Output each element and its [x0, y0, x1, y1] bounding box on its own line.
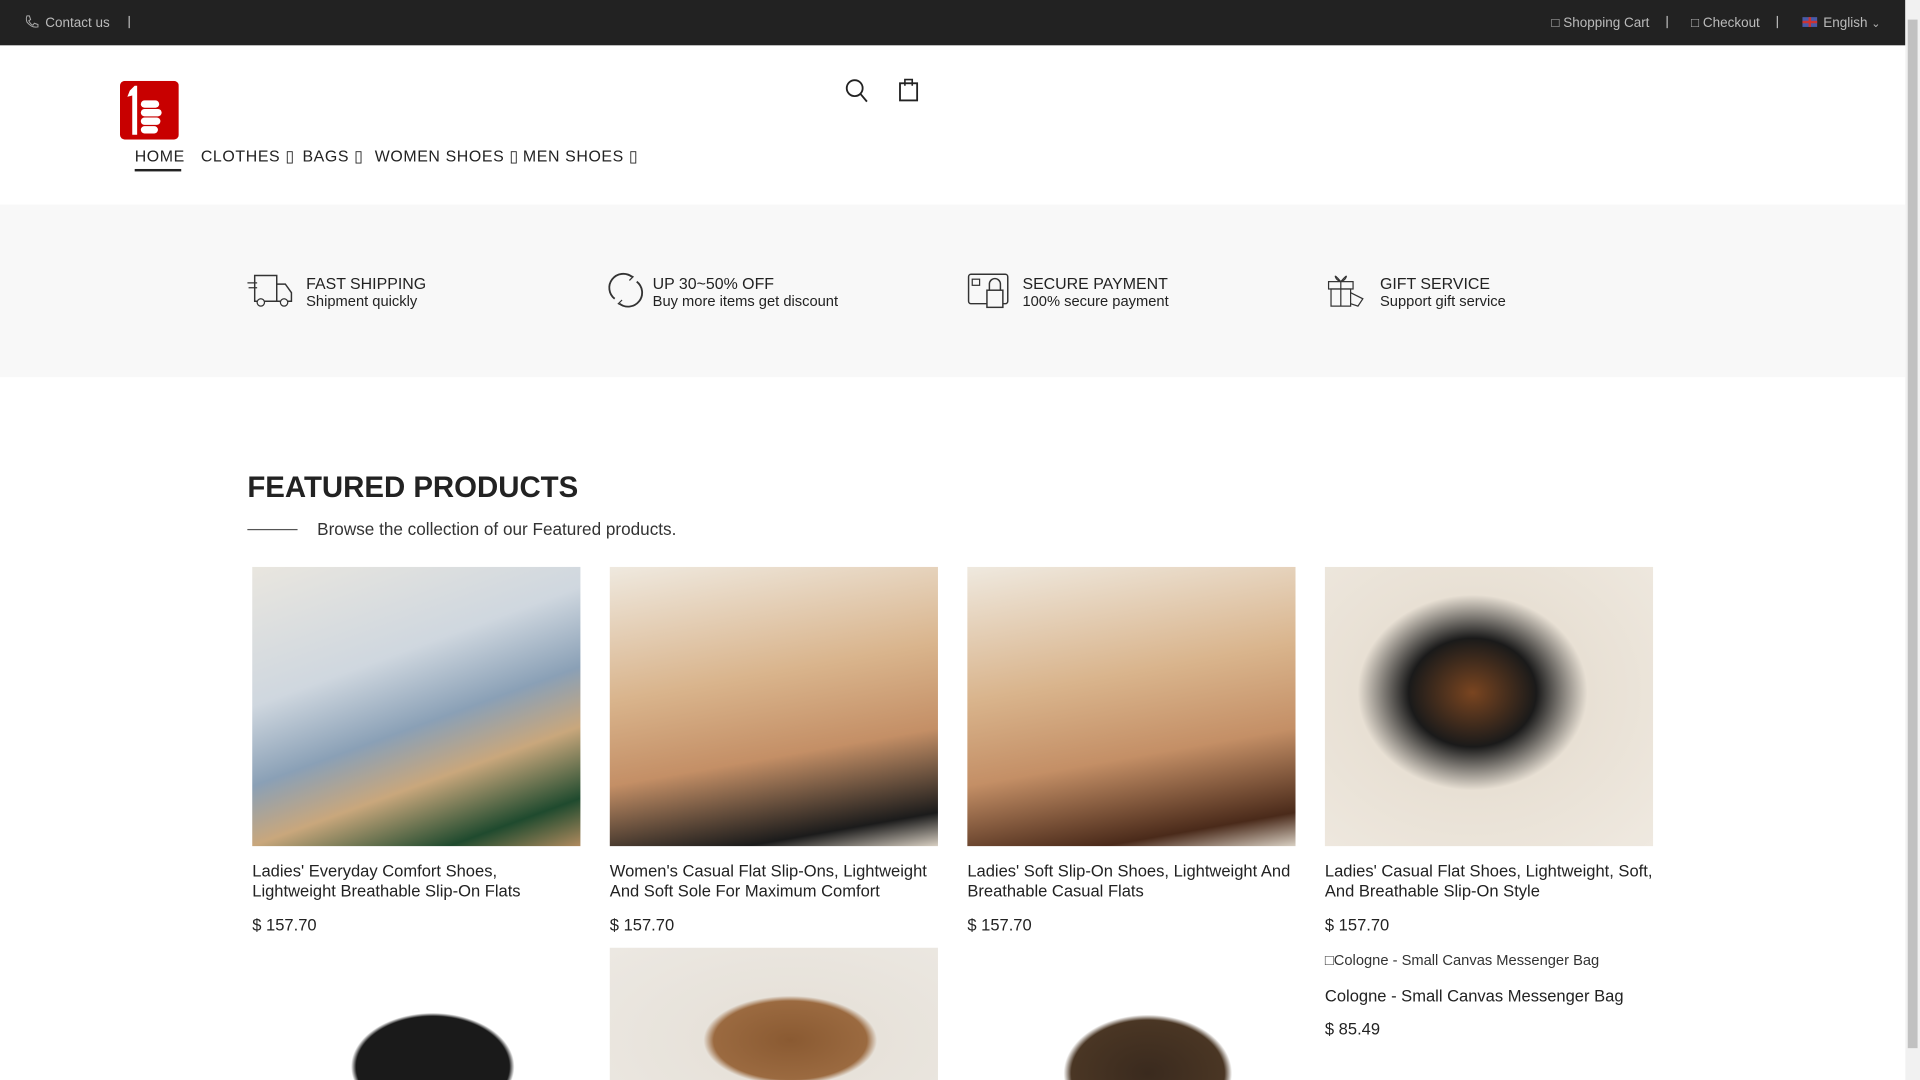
truck-icon — [247, 274, 293, 307]
product-title[interactable]: Ladies' Everyday Comfort Shoes, Lightwei… — [252, 862, 580, 901]
contact-us-link[interactable]: Contact us — [45, 16, 109, 31]
section-title: FEATURED PRODUCTS — [247, 471, 579, 505]
product-image[interactable] — [609, 566, 938, 847]
section-subtitle: Browse the collection of our Featured pr… — [317, 519, 677, 539]
refresh-icon — [608, 272, 644, 308]
lock-card-icon — [967, 273, 1009, 309]
broken-image-alt[interactable]: □Cologne - Small Canvas Messenger Bag — [1325, 951, 1599, 968]
product-title[interactable]: Women's Casual Flat Slip-Ons, Lightweigh… — [610, 862, 938, 901]
divider — [128, 15, 130, 29]
uk-flag-icon — [1802, 17, 1818, 27]
feature-subtitle: Shipment quickly — [306, 292, 418, 310]
product-image[interactable] — [609, 947, 938, 1080]
gift-icon — [1327, 275, 1364, 307]
nav-clothes[interactable]: CLOTHES ▯ — [201, 147, 295, 167]
product-price: $ 157.70 — [967, 915, 1032, 935]
product-title[interactable]: Cologne - Small Canvas Messenger Bag — [1325, 987, 1653, 1007]
product-image[interactable] — [967, 566, 1296, 847]
shopping-cart-link[interactable]: □ Shopping Cart — [1551, 16, 1649, 31]
top-bar: Contact us □ Shopping Cart □ Checkout En… — [0, 0, 1906, 46]
scrollbar-thumb[interactable] — [1907, 19, 1918, 1049]
product-price: $ 157.70 — [1324, 915, 1390, 935]
divider — [1666, 15, 1668, 29]
product-image[interactable] — [967, 947, 1296, 1080]
phone-icon — [25, 15, 39, 28]
store-logo[interactable] — [120, 80, 179, 140]
title-rule — [247, 528, 298, 531]
product-price: $ 157.70 — [252, 915, 317, 935]
product-image[interactable] — [1324, 566, 1654, 847]
feature-subtitle: Support gift service — [1380, 292, 1506, 310]
active-underline — [134, 168, 182, 171]
nav-bags[interactable]: BAGS ▯ — [302, 147, 363, 167]
feature-title: SECURE PAYMENT — [1022, 274, 1168, 293]
feature-subtitle: Buy more items get discount — [652, 292, 839, 310]
product-price: $ 85.49 — [1324, 1020, 1381, 1039]
language-label: English — [1823, 15, 1868, 31]
product-image[interactable] — [252, 947, 581, 1080]
feature-title: GIFT SERVICE — [1380, 274, 1490, 293]
feature-subtitle: 100% secure payment — [1022, 292, 1169, 310]
shopping-bag-icon[interactable] — [899, 77, 919, 102]
image-alt-text: Cologne - Small Canvas Messenger Bag — [1333, 951, 1600, 969]
nav-women-shoes[interactable]: WOMEN SHOES ▯ — [375, 147, 519, 167]
nav-home[interactable]: HOME — [135, 147, 185, 165]
language-selector[interactable]: English ⌄ — [1823, 16, 1880, 31]
nav-men-shoes[interactable]: MEN SHOES ▯ — [523, 147, 638, 167]
product-title[interactable]: Ladies' Casual Flat Shoes, Lightweight, … — [1325, 862, 1653, 901]
divider — [1776, 15, 1778, 29]
product-price: $ 157.70 — [609, 915, 675, 935]
product-image[interactable] — [252, 566, 581, 847]
search-icon[interactable] — [845, 78, 869, 103]
feature-title: FAST SHIPPING — [306, 274, 427, 293]
feature-title: UP 30~50% OFF — [652, 274, 775, 293]
checkout-link[interactable]: □ Checkout — [1691, 16, 1760, 31]
chevron-down-icon: ⌄ — [1871, 17, 1881, 30]
product-title[interactable]: Ladies' Soft Slip-On Shoes, Lightweight … — [967, 862, 1295, 901]
